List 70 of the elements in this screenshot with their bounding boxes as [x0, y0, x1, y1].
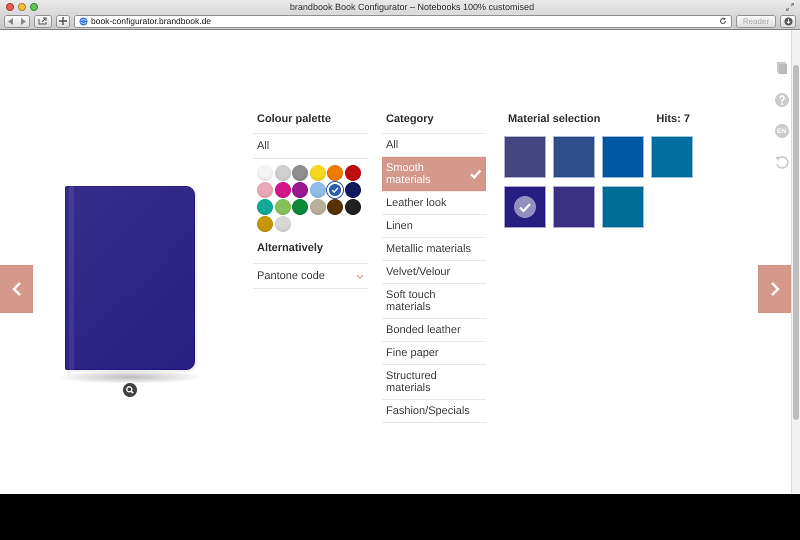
pantone-code-dropdown[interactable]: Pantone code	[253, 263, 368, 289]
back-forward-button[interactable]	[4, 14, 30, 28]
category-item[interactable]: Metallic materials	[382, 238, 486, 261]
downloads-button[interactable]	[780, 14, 796, 28]
share-button[interactable]	[34, 14, 52, 28]
material-swatch[interactable]	[504, 186, 546, 228]
address-bar[interactable]: book-configurator.brandbook.de	[74, 14, 732, 28]
new-tab-button[interactable]	[56, 14, 70, 28]
reload-icon[interactable]	[719, 17, 727, 26]
category-item[interactable]: Soft touch materials	[382, 284, 486, 319]
material-swatch[interactable]	[602, 186, 644, 228]
colour-swatch[interactable]	[327, 199, 343, 215]
category-item[interactable]: Fine paper	[382, 342, 486, 365]
section-heading: Colour palette	[257, 113, 331, 125]
previous-button[interactable]	[0, 265, 33, 313]
colour-swatch[interactable]	[344, 165, 360, 181]
colour-swatch[interactable]	[274, 182, 290, 198]
category-item[interactable]: Linen	[382, 215, 486, 238]
material-swatch[interactable]	[553, 186, 595, 228]
colour-swatch[interactable]	[274, 199, 290, 215]
scrollbar[interactable]	[791, 30, 800, 494]
colour-swatch[interactable]	[327, 165, 343, 181]
share-icon	[38, 17, 48, 26]
all-colours-option[interactable]: All	[253, 134, 368, 159]
category-item[interactable]: Leather look	[382, 192, 486, 215]
colour-swatch[interactable]	[257, 199, 273, 215]
colour-swatch[interactable]	[344, 199, 360, 215]
colour-swatch[interactable]	[257, 165, 273, 181]
material-swatch[interactable]	[602, 136, 644, 178]
zoom-button[interactable]	[30, 2, 38, 11]
chevron-left-icon	[12, 281, 22, 297]
colour-swatch[interactable]	[327, 182, 343, 198]
colour-swatch[interactable]	[292, 165, 308, 181]
material-swatch[interactable]	[651, 136, 693, 178]
check-icon	[514, 196, 536, 218]
material-swatch[interactable]	[553, 136, 595, 178]
chevron-right-icon	[770, 281, 780, 297]
colour-swatch[interactable]	[310, 165, 326, 181]
hits-count: Hits: 7	[656, 113, 690, 125]
url-text: book-configurator.brandbook.de	[91, 16, 212, 26]
section-heading: Material selection	[508, 113, 600, 125]
globe-icon	[79, 16, 88, 26]
colour-swatch[interactable]	[292, 199, 308, 215]
colour-swatch[interactable]	[292, 182, 308, 198]
check-icon	[331, 186, 339, 194]
check-icon	[468, 167, 482, 181]
window-title: brandbook Book Configurator – Notebooks 100% customised	[288, 2, 536, 12]
plus-icon	[59, 17, 67, 26]
colour-swatch[interactable]	[310, 182, 326, 198]
minimize-button[interactable]	[18, 2, 26, 11]
next-button[interactable]	[758, 265, 791, 313]
material-swatch[interactable]	[504, 136, 546, 178]
category-item[interactable]: Structured materials	[382, 365, 486, 400]
arrows-icon	[8, 18, 26, 25]
category-item[interactable]: Bonded leather	[382, 319, 486, 342]
section-heading: Alternatively	[257, 242, 324, 254]
fullscreen-icon[interactable]	[786, 2, 794, 11]
colour-swatch[interactable]	[257, 182, 273, 198]
close-button[interactable]	[6, 2, 14, 11]
colour-swatch[interactable]	[274, 165, 290, 181]
colour-swatch[interactable]	[344, 182, 360, 198]
section-heading: Category	[386, 113, 434, 125]
colour-swatch[interactable]	[310, 199, 326, 215]
category-item[interactable]: Fashion/Specials	[382, 400, 486, 423]
chevron-down-icon	[356, 274, 364, 278]
category-item[interactable]: Velvet/Velour	[382, 261, 486, 284]
colour-swatch[interactable]	[274, 216, 290, 232]
download-icon	[784, 16, 792, 26]
zoom-icon[interactable]	[123, 383, 137, 397]
colour-swatch[interactable]	[257, 216, 273, 232]
